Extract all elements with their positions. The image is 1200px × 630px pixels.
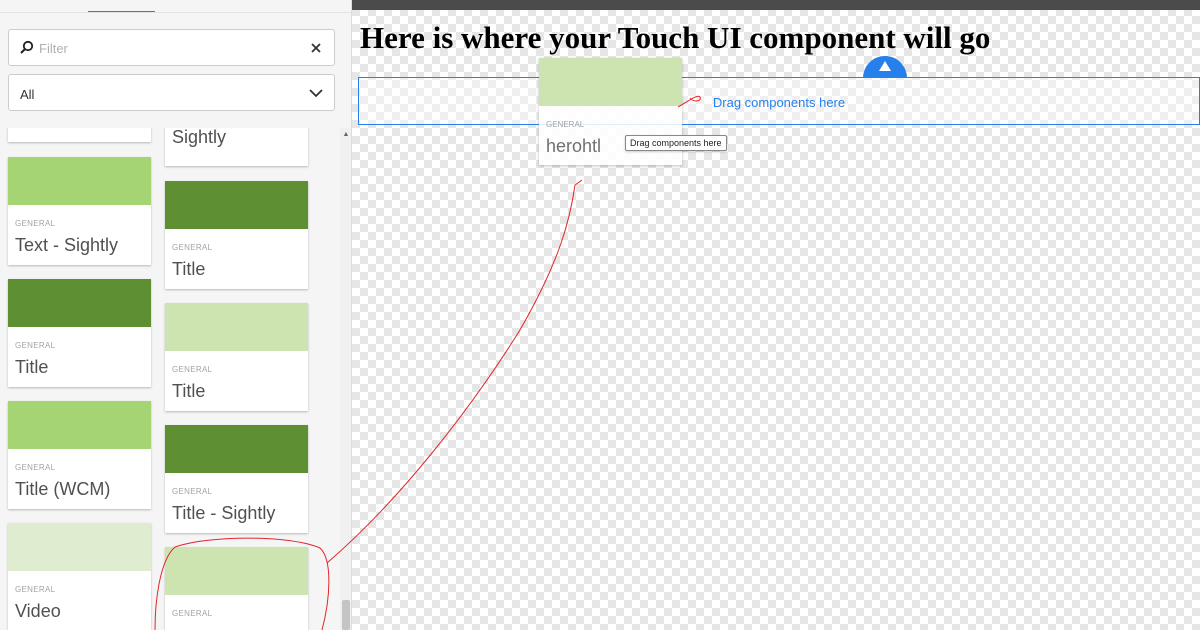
component-thumbnail — [8, 279, 151, 327]
component-category: GENERAL — [172, 487, 213, 496]
drop-zone-label: Drag components here — [712, 95, 846, 110]
insert-component-button[interactable] — [863, 56, 907, 78]
component-card[interactable]: GENERAL Title — [165, 181, 308, 289]
component-group-select[interactable]: All — [8, 74, 335, 111]
component-card[interactable]: GENERAL Video — [8, 523, 151, 630]
component-title: Title — [15, 357, 49, 377]
component-title: Title — [172, 259, 206, 279]
component-card[interactable]: GENERAL Title — [8, 279, 151, 387]
tab-divider — [0, 12, 351, 13]
component-thumbnail — [165, 303, 308, 351]
component-category: GENERAL — [15, 585, 56, 594]
app-window: All GENERAL Text - Sightly GENERAL Title… — [0, 0, 1200, 630]
component-title: Text - Sightly — [15, 235, 119, 255]
component-card-partial[interactable] — [8, 128, 151, 142]
page-canvas: Here is where your Touch UI component wi… — [352, 0, 1200, 630]
parsys-drop-zone[interactable]: Drag components here — [358, 77, 1200, 125]
component-thumbnail — [165, 425, 308, 473]
close-icon[interactable] — [308, 40, 324, 56]
component-title: Title (WCM) — [15, 479, 111, 499]
component-list[interactable]: GENERAL Text - Sightly GENERAL Title GEN… — [0, 128, 340, 630]
component-thumbnail — [165, 547, 308, 595]
component-title: herohtl — [546, 136, 602, 156]
component-card[interactable]: Sightly — [165, 128, 308, 166]
drag-tooltip: Drag components here — [625, 135, 727, 151]
component-category: GENERAL — [15, 463, 56, 472]
component-title: Title — [172, 381, 206, 401]
chevron-down-icon — [309, 89, 323, 98]
component-category: GENERAL — [15, 341, 56, 350]
scrollbar[interactable] — [340, 128, 351, 630]
component-category: GENERAL — [172, 243, 213, 252]
component-category: GENERAL — [546, 120, 585, 129]
component-card[interactable]: GENERAL — [165, 547, 308, 630]
search-icon — [20, 40, 34, 54]
component-card[interactable]: GENERAL Title — [165, 303, 308, 411]
group-select-value: All — [20, 87, 35, 102]
triangle-up-icon — [879, 61, 891, 71]
editor-toolbar — [352, 0, 1200, 10]
filter-box[interactable] — [8, 29, 335, 66]
component-category: GENERAL — [172, 365, 213, 374]
scrollbar-thumb[interactable] — [342, 600, 350, 630]
component-thumbnail — [539, 58, 682, 106]
component-card[interactable]: GENERAL Title - Sightly — [165, 425, 308, 533]
scroll-up-arrow-icon[interactable]: ▲ — [341, 131, 351, 139]
component-card[interactable]: GENERAL Title (WCM) — [8, 401, 151, 509]
component-category: GENERAL — [172, 609, 213, 618]
component-thumbnail — [165, 181, 308, 229]
component-thumbnail — [8, 523, 151, 571]
component-thumbnail — [8, 157, 151, 205]
component-thumbnail — [8, 401, 151, 449]
page-heading: Here is where your Touch UI component wi… — [360, 20, 991, 55]
component-title: Title - Sightly — [172, 503, 276, 523]
component-card[interactable]: GENERAL Text - Sightly — [8, 157, 151, 265]
components-panel: All GENERAL Text - Sightly GENERAL Title… — [0, 0, 352, 630]
component-category: GENERAL — [15, 219, 56, 228]
component-title: Sightly — [172, 128, 227, 147]
filter-input[interactable] — [39, 39, 299, 57]
component-title: Video — [15, 601, 61, 621]
